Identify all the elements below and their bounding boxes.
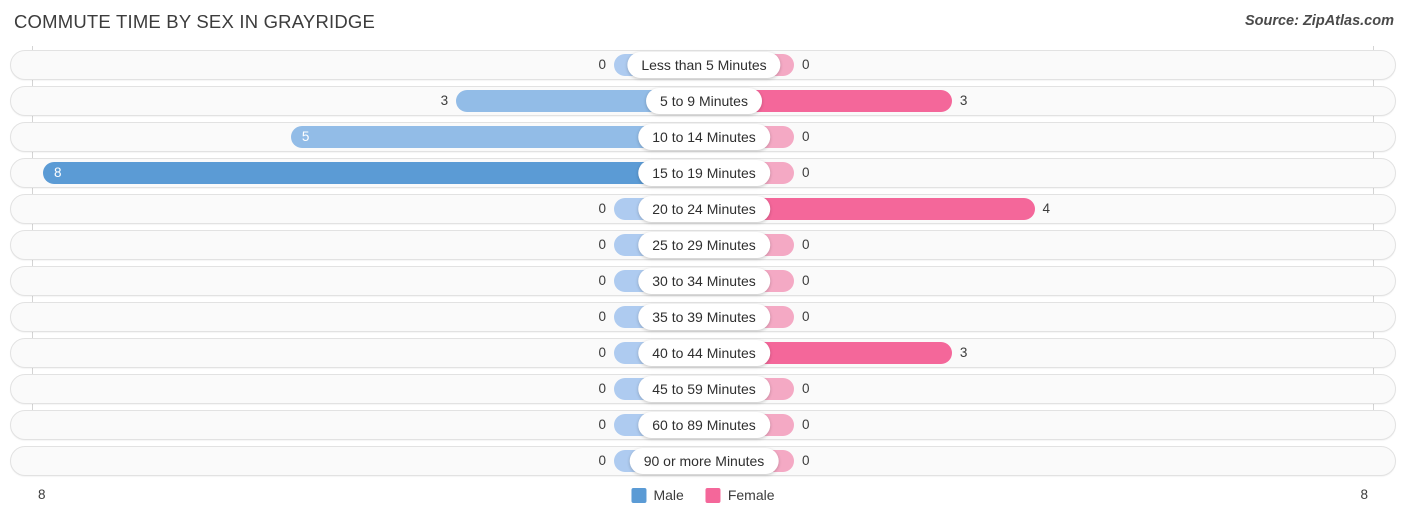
category-label: 30 to 34 Minutes: [638, 268, 770, 294]
table-row[interactable]: 0 0 45 to 59 Minutes: [10, 374, 1396, 404]
male-value-label: 0: [598, 309, 606, 324]
table-row[interactable]: 8 0 15 to 19 Minutes: [10, 158, 1396, 188]
female-value-label: 4: [1042, 201, 1051, 216]
male-value-label: 3: [440, 93, 449, 108]
male-value-label: 0: [598, 273, 606, 288]
table-row[interactable]: 0 0 90 or more Minutes: [10, 446, 1396, 476]
male-value-label: 0: [598, 201, 606, 216]
category-label: 40 to 44 Minutes: [638, 340, 770, 366]
row-track: 0 0 60 to 89 Minutes: [11, 411, 1395, 439]
row-track: 0 3 40 to 44 Minutes: [11, 339, 1395, 367]
table-row[interactable]: 0 3 40 to 44 Minutes: [10, 338, 1396, 368]
legend-item-male[interactable]: Male: [631, 487, 684, 503]
legend-label: Male: [653, 487, 684, 503]
category-label: 10 to 14 Minutes: [638, 124, 770, 150]
row-track: 5 0 10 to 14 Minutes: [11, 123, 1395, 151]
chart-header: COMMUTE TIME BY SEX IN GRAYRIDGE Source:…: [0, 0, 1406, 46]
table-row[interactable]: 0 4 20 to 24 Minutes: [10, 194, 1396, 224]
table-row[interactable]: 3 3 5 to 9 Minutes: [10, 86, 1396, 116]
table-row[interactable]: 0 0 Less than 5 Minutes: [10, 50, 1396, 80]
male-value-label: 5: [301, 129, 310, 144]
table-row[interactable]: 5 0 10 to 14 Minutes: [10, 122, 1396, 152]
page-title: COMMUTE TIME BY SEX IN GRAYRIDGE: [14, 11, 376, 32]
male-value-label: 0: [598, 381, 606, 396]
male-value-label: 0: [598, 237, 606, 252]
table-row[interactable]: 0 0 30 to 34 Minutes: [10, 266, 1396, 296]
row-track: 0 0 90 or more Minutes: [11, 447, 1395, 475]
female-value-label: 3: [959, 345, 968, 360]
table-row[interactable]: 0 0 35 to 39 Minutes: [10, 302, 1396, 332]
plot-area: 0 0 Less than 5 Minutes 3 3 5 to 9 Minutes 5 0 1…: [0, 46, 1406, 484]
female-value-label: 3: [959, 93, 968, 108]
category-label: 45 to 59 Minutes: [638, 376, 770, 402]
bar-rows: 0 0 Less than 5 Minutes 3 3 5 to 9 Minutes 5 0 1…: [0, 50, 1406, 482]
female-value-label: 0: [802, 309, 810, 324]
row-track: 8 0 15 to 19 Minutes: [11, 159, 1395, 187]
category-label: 90 or more Minutes: [629, 448, 779, 474]
category-label: 15 to 19 Minutes: [638, 160, 770, 186]
source-attribution: Source: ZipAtlas.com: [1244, 13, 1394, 29]
female-value-label: 0: [802, 57, 810, 72]
legend-item-female[interactable]: Female: [705, 487, 775, 503]
male-value-label: 0: [598, 345, 606, 360]
male-value-label: 0: [598, 453, 606, 468]
table-row[interactable]: 0 0 60 to 89 Minutes: [10, 410, 1396, 440]
female-value-label: 0: [802, 273, 810, 288]
male-value-label: 8: [54, 165, 62, 180]
female-value-label: 0: [802, 129, 810, 144]
category-label: 35 to 39 Minutes: [638, 304, 770, 330]
female-value-label: 0: [802, 165, 810, 180]
category-label: Less than 5 Minutes: [627, 52, 781, 78]
legend-label: Female: [727, 487, 775, 503]
category-label: 20 to 24 Minutes: [638, 196, 770, 222]
male-value-label: 0: [598, 417, 606, 432]
chart-container: COMMUTE TIME BY SEX IN GRAYRIDGE Source:…: [0, 0, 1406, 523]
row-track: 0 4 20 to 24 Minutes: [11, 195, 1395, 223]
female-value-label: 0: [802, 237, 810, 252]
row-track: 0 0 25 to 29 Minutes: [11, 231, 1395, 259]
female-value-label: 0: [802, 381, 810, 396]
row-track: 0 0 30 to 34 Minutes: [11, 267, 1395, 295]
female-value-label: 0: [802, 453, 810, 468]
row-track: 3 3 5 to 9 Minutes: [11, 87, 1395, 115]
chart-footer: 8 8 Male Female: [0, 483, 1406, 523]
table-row[interactable]: 0 0 25 to 29 Minutes: [10, 230, 1396, 260]
legend-swatch-icon: [631, 487, 647, 503]
row-track: 0 0 35 to 39 Minutes: [11, 303, 1395, 331]
axis-label-right: 8: [1360, 487, 1368, 502]
category-label: 5 to 9 Minutes: [646, 88, 762, 114]
male-bar[interactable]: [43, 162, 704, 184]
male-value-label: 0: [598, 57, 606, 72]
row-track: 0 0 Less than 5 Minutes: [11, 51, 1395, 79]
chart-legend: Male Female: [631, 487, 775, 503]
category-label: 25 to 29 Minutes: [638, 232, 770, 258]
category-label: 60 to 89 Minutes: [638, 412, 770, 438]
legend-swatch-icon: [705, 487, 721, 503]
axis-label-left: 8: [38, 487, 46, 502]
row-track: 0 0 45 to 59 Minutes: [11, 375, 1395, 403]
female-value-label: 0: [802, 417, 810, 432]
